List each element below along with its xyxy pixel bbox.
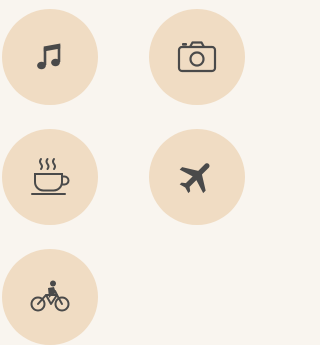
- interest-coffee-button[interactable]: [2, 129, 98, 225]
- interest-photography-button[interactable]: [149, 9, 245, 105]
- interest-music-button[interactable]: [2, 9, 98, 105]
- interest-cycling-button[interactable]: [2, 249, 98, 345]
- music-note-icon: [33, 40, 67, 74]
- airplane-icon: [176, 156, 218, 198]
- bicycle-icon: [29, 280, 71, 314]
- interest-travel-button[interactable]: [149, 129, 245, 225]
- coffee-cup-icon: [28, 156, 72, 198]
- camera-icon: [176, 39, 218, 75]
- interest-grid: [0, 0, 245, 345]
